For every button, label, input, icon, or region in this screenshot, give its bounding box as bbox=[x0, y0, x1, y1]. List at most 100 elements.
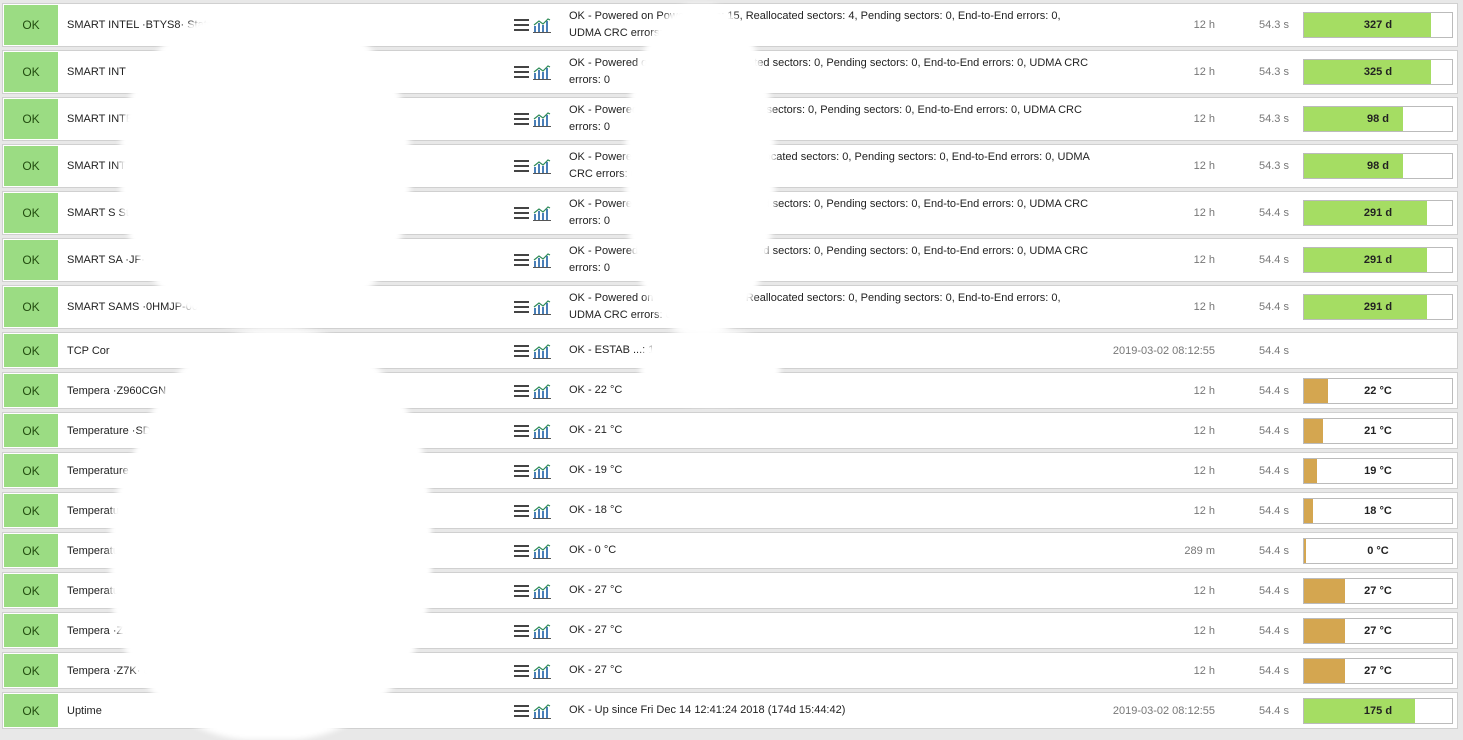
graph-icon[interactable] bbox=[533, 543, 551, 559]
menu-icon[interactable] bbox=[514, 704, 529, 717]
check-duration: 54.4 s bbox=[1259, 584, 1289, 597]
service-output: OK - 27 °C bbox=[569, 664, 623, 676]
perfometer-value: 175 d bbox=[1363, 704, 1393, 717]
perfometer[interactable]: 27 °C bbox=[1303, 577, 1453, 604]
state-badge[interactable]: OK bbox=[4, 454, 58, 487]
graph-icon[interactable] bbox=[533, 343, 551, 359]
menu-icon[interactable] bbox=[514, 664, 529, 677]
age-value: 12 h bbox=[1193, 624, 1215, 637]
perfometer[interactable]: 98 d bbox=[1303, 106, 1453, 132]
perfometer[interactable]: 22 °C bbox=[1303, 377, 1453, 404]
perfometer[interactable]: 291 d bbox=[1303, 200, 1453, 226]
check-duration: 54.4 s bbox=[1259, 384, 1289, 397]
state-badge[interactable]: OK bbox=[4, 240, 58, 280]
perfometer[interactable]: 18 °C bbox=[1303, 497, 1453, 524]
check-duration: 54.4 s bbox=[1259, 464, 1289, 477]
check-duration: 54.3 s bbox=[1259, 160, 1289, 172]
perfometer[interactable]: 291 d bbox=[1303, 294, 1453, 320]
graph-icon[interactable] bbox=[533, 252, 551, 268]
menu-icon[interactable] bbox=[514, 66, 529, 78]
graph-icon[interactable] bbox=[533, 463, 551, 479]
service-name[interactable]: Uptime bbox=[67, 693, 102, 728]
age-value: 12 h bbox=[1193, 384, 1215, 397]
menu-icon[interactable] bbox=[514, 207, 529, 219]
graph-icon[interactable] bbox=[533, 17, 551, 33]
perfometer[interactable]: 21 °C bbox=[1303, 417, 1453, 444]
age-value: 2019-03-02 08:12:55 bbox=[1112, 344, 1215, 357]
perfometer[interactable]: 327 d bbox=[1303, 12, 1453, 38]
row-icons bbox=[514, 373, 551, 408]
check-duration: 54.4 s bbox=[1259, 254, 1289, 266]
state-badge[interactable]: OK bbox=[4, 146, 58, 186]
graph-icon[interactable] bbox=[533, 158, 551, 174]
row-icons bbox=[514, 239, 551, 281]
perfometer[interactable]: 19 °C bbox=[1303, 457, 1453, 484]
age-value: 12 h bbox=[1193, 160, 1215, 172]
state-badge[interactable]: OK bbox=[4, 574, 58, 607]
state-badge[interactable]: OK bbox=[4, 193, 58, 233]
row-icons bbox=[514, 453, 551, 488]
menu-icon[interactable] bbox=[514, 424, 529, 437]
state-badge[interactable]: OK bbox=[4, 52, 58, 92]
service-name[interactable]: SMART INT bbox=[67, 51, 126, 93]
check-duration: 54.4 s bbox=[1259, 664, 1289, 677]
state-badge[interactable]: OK bbox=[4, 334, 58, 367]
graph-icon[interactable] bbox=[533, 205, 551, 221]
graph-icon[interactable] bbox=[533, 583, 551, 599]
state-badge[interactable]: OK bbox=[4, 5, 58, 45]
graph-icon[interactable] bbox=[533, 423, 551, 439]
state-badge[interactable]: OK bbox=[4, 534, 58, 567]
menu-icon[interactable] bbox=[514, 624, 529, 637]
check-duration: 54.4 s bbox=[1259, 207, 1289, 219]
age-value: 12 h bbox=[1193, 504, 1215, 517]
state-badge[interactable]: OK bbox=[4, 414, 58, 447]
graph-icon[interactable] bbox=[533, 64, 551, 80]
state-badge[interactable]: OK bbox=[4, 99, 58, 139]
menu-icon[interactable] bbox=[514, 504, 529, 517]
graph-icon[interactable] bbox=[533, 383, 551, 399]
menu-icon[interactable] bbox=[514, 160, 529, 172]
perfometer[interactable]: 325 d bbox=[1303, 59, 1453, 85]
graph-icon[interactable] bbox=[533, 111, 551, 127]
perfometer[interactable]: 27 °C bbox=[1303, 657, 1453, 684]
state-badge[interactable]: OK bbox=[4, 494, 58, 527]
service-name[interactable]: Tempera ·Z960CGN bbox=[67, 373, 166, 408]
menu-icon[interactable] bbox=[514, 544, 529, 557]
row-icons bbox=[514, 333, 551, 368]
menu-icon[interactable] bbox=[514, 344, 529, 357]
state-badge[interactable]: OK bbox=[4, 654, 58, 687]
check-duration: 54.4 s bbox=[1259, 624, 1289, 637]
graph-icon[interactable] bbox=[533, 623, 551, 639]
perfometer[interactable]: 98 d bbox=[1303, 153, 1453, 179]
menu-icon[interactable] bbox=[514, 254, 529, 266]
perfometer[interactable]: 175 d bbox=[1303, 697, 1453, 724]
menu-icon[interactable] bbox=[514, 384, 529, 397]
graph-icon[interactable] bbox=[533, 663, 551, 679]
menu-icon[interactable] bbox=[514, 19, 529, 31]
menu-icon[interactable] bbox=[514, 301, 529, 313]
row-icons bbox=[514, 98, 551, 140]
perfometer[interactable]: 0 °C bbox=[1303, 537, 1453, 564]
row-icons bbox=[514, 533, 551, 568]
state-badge[interactable]: OK bbox=[4, 694, 58, 727]
graph-icon[interactable] bbox=[533, 503, 551, 519]
age-value: 12 h bbox=[1193, 664, 1215, 677]
state-badge[interactable]: OK bbox=[4, 614, 58, 647]
menu-icon[interactable] bbox=[514, 464, 529, 477]
perfometer[interactable]: 291 d bbox=[1303, 247, 1453, 273]
service-name[interactable]: TCP Cor bbox=[67, 333, 110, 368]
menu-icon[interactable] bbox=[514, 113, 529, 125]
graph-icon[interactable] bbox=[533, 703, 551, 719]
row-icons bbox=[514, 145, 551, 187]
perfometer-value: 21 °C bbox=[1364, 424, 1392, 437]
service-output: OK - 21 °C bbox=[569, 424, 623, 436]
perfometer-value: 98 d bbox=[1366, 160, 1389, 172]
state-badge[interactable]: OK bbox=[4, 374, 58, 407]
graph-icon[interactable] bbox=[533, 299, 551, 315]
age-value: 289 m bbox=[1184, 544, 1215, 557]
row-icons bbox=[514, 693, 551, 728]
menu-icon[interactable] bbox=[514, 584, 529, 597]
perfometer[interactable]: 27 °C bbox=[1303, 617, 1453, 644]
perfometer-value: 27 °C bbox=[1364, 664, 1392, 677]
state-badge[interactable]: OK bbox=[4, 287, 58, 327]
